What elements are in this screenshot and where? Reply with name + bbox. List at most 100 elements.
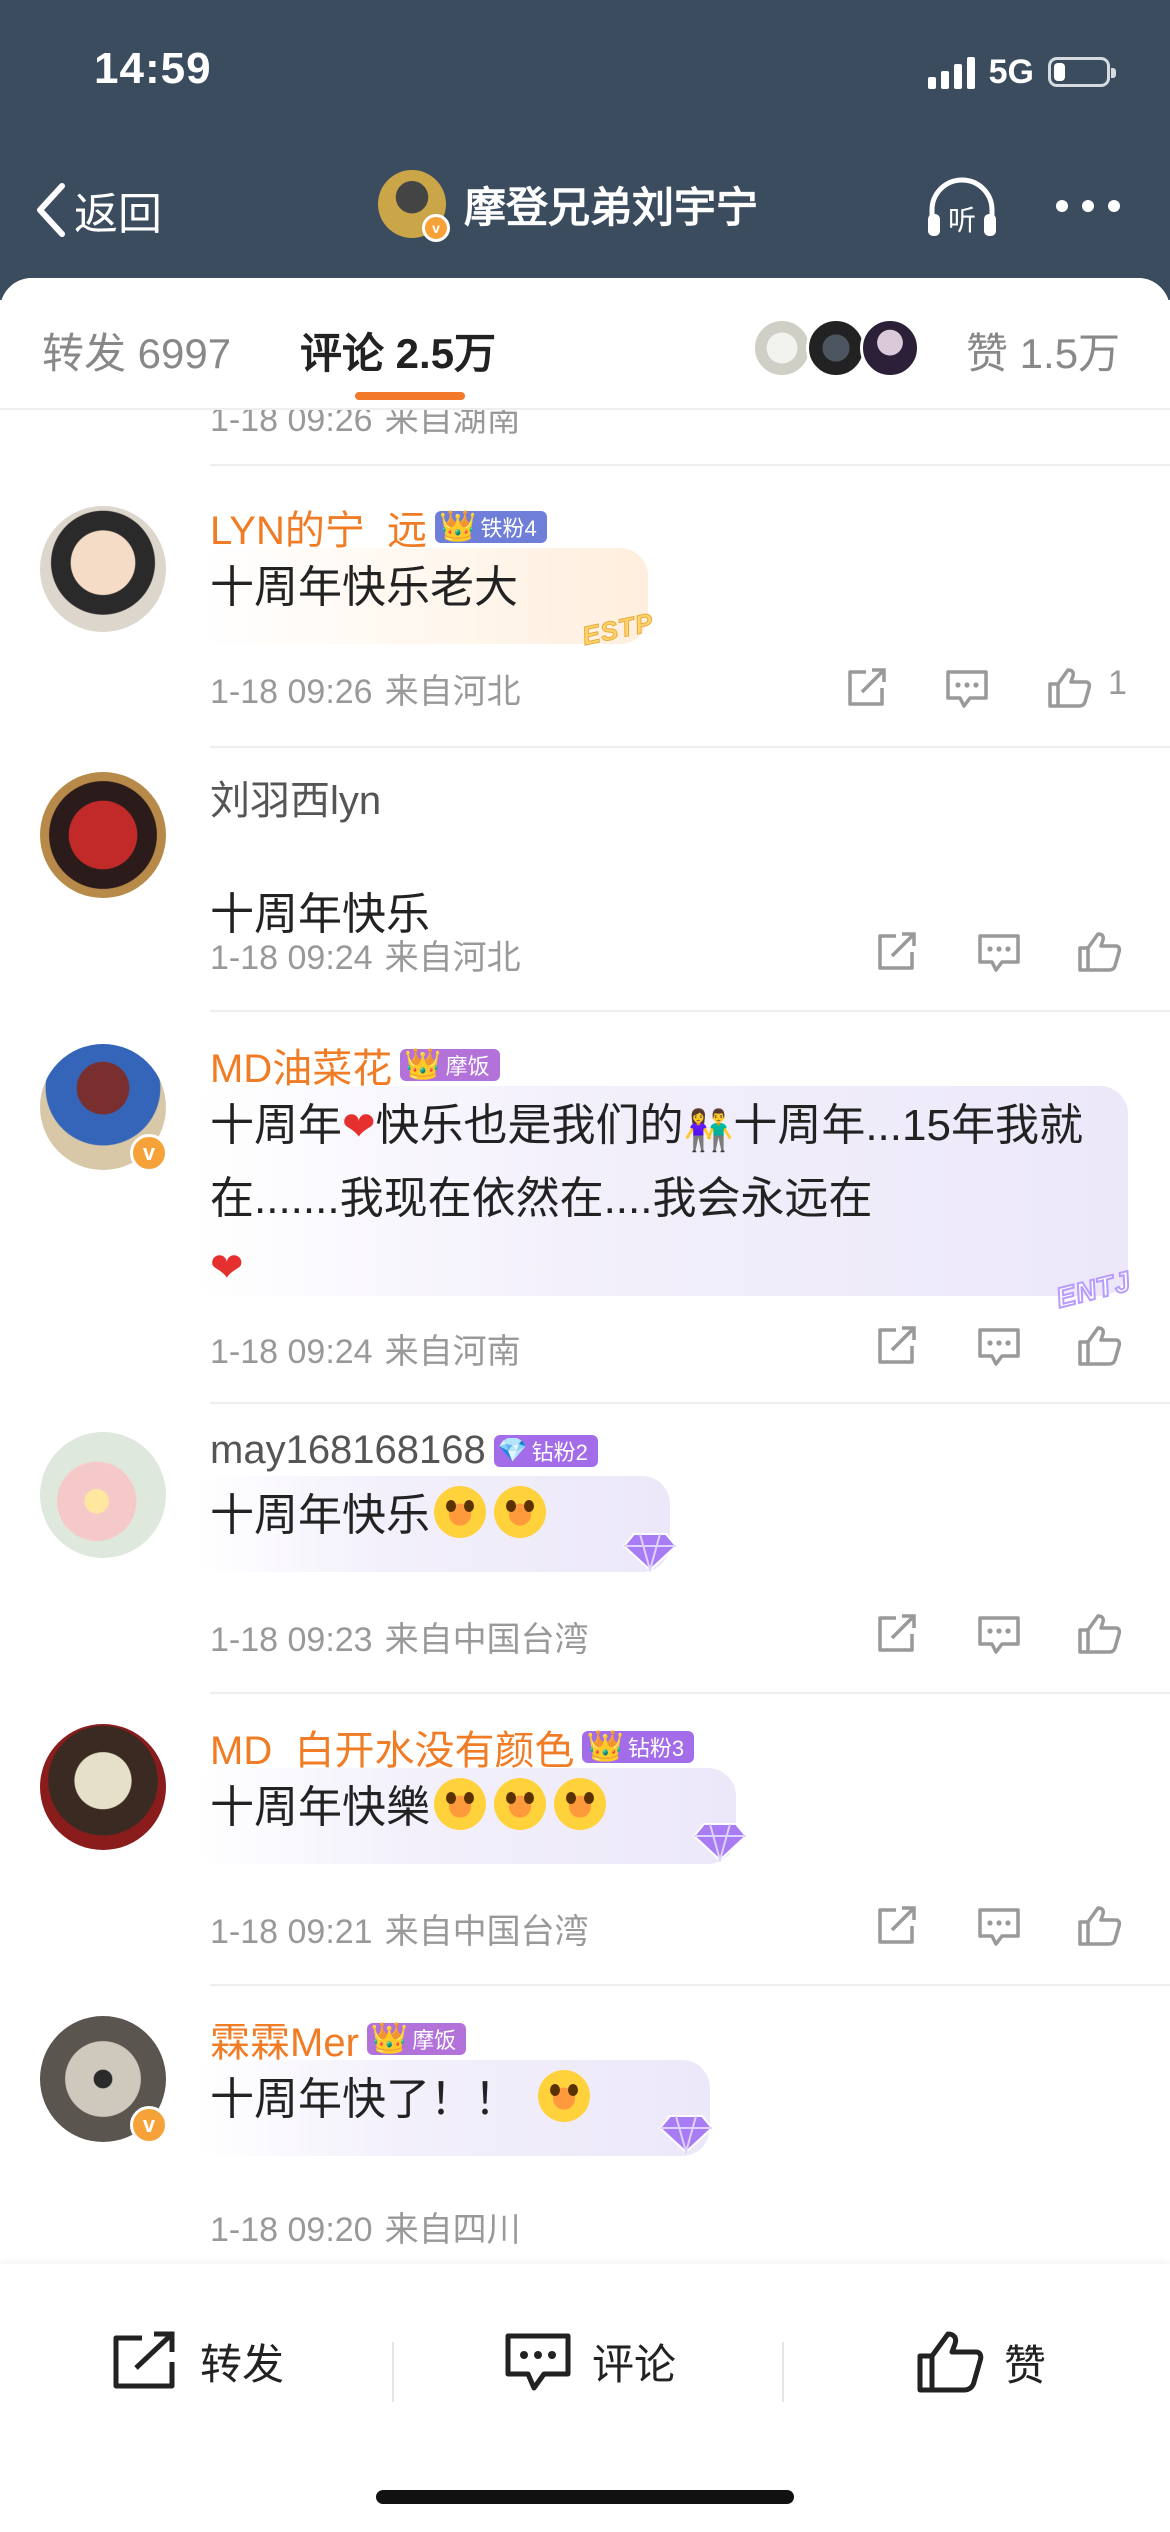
- back-button[interactable]: 返回: [34, 178, 162, 242]
- active-tab-indicator: [355, 392, 465, 400]
- fan-badge: 👑 钻粉3: [582, 1730, 695, 1763]
- badge-label: 钻粉3: [627, 1736, 685, 1761]
- comment-text[interactable]: 十周年快了！！: [194, 2060, 710, 2156]
- avatar: [752, 318, 812, 378]
- avatar: [806, 318, 866, 378]
- thumbs-up-icon: [1078, 1326, 1122, 1366]
- like-button[interactable]: [1046, 666, 1092, 710]
- share-button[interactable]: [874, 930, 920, 974]
- bottom-action-bar: 转发 评论 赞: [0, 2264, 1170, 2532]
- comment-text[interactable]: 十周年快乐: [194, 1476, 670, 1572]
- share-icon: [878, 1614, 916, 1652]
- comment-body: 快乐也是我们的: [375, 1101, 684, 1150]
- tab-comment[interactable]: 评论 2.5万: [300, 320, 496, 381]
- cry-laugh-emoji-icon: [434, 1486, 486, 1538]
- heart-icon: ❤: [210, 1246, 244, 1290]
- comment-body: 十周年快乐老大: [210, 563, 518, 612]
- gem-icon: [658, 2115, 714, 2154]
- comment-button[interactable]: 评论: [504, 2330, 676, 2392]
- reply-button[interactable]: [944, 666, 990, 710]
- avatar[interactable]: [40, 772, 166, 898]
- share-icon: [878, 1906, 916, 1944]
- status-time: 14:59: [94, 44, 212, 93]
- username-label: may168168168: [210, 1428, 486, 1472]
- avatar[interactable]: [40, 1432, 166, 1558]
- status-icons: 5G: [927, 50, 1116, 94]
- comment-actions: [0, 930, 1170, 974]
- crown-icon: 👑: [439, 510, 477, 543]
- home-indicator[interactable]: [376, 2490, 794, 2504]
- badge-label: 铁粉4: [480, 516, 537, 541]
- more-button[interactable]: [1056, 200, 1120, 212]
- verified-icon: v: [130, 2106, 168, 2144]
- divider: [210, 464, 1170, 466]
- verified-icon: v: [130, 1134, 168, 1172]
- comment-text[interactable]: 十周年快乐老大: [194, 548, 648, 644]
- divider: [210, 746, 1170, 748]
- thumbs-up-icon: [1078, 932, 1122, 972]
- couple-icon: 👫: [683, 1109, 734, 1153]
- reply-button[interactable]: [976, 1904, 1022, 1948]
- more-dot: [1082, 200, 1094, 212]
- headphones-icon: 听: [928, 177, 996, 237]
- comment-body: 十周年快乐: [210, 1491, 430, 1540]
- like-button[interactable]: [1076, 930, 1122, 974]
- comment-icon: [978, 1908, 1020, 1946]
- listen-button[interactable]: 听: [924, 176, 1000, 240]
- comment-icon: [978, 1616, 1020, 1654]
- username-label: 刘羽西lyn: [210, 779, 382, 823]
- comment-text[interactable]: 十周年❤快乐也是我们的👫十周年...15年我就在.......我现在依然在...…: [194, 1086, 1128, 1296]
- like-button[interactable]: [1076, 1324, 1122, 1368]
- share-button[interactable]: [844, 666, 890, 710]
- share-button[interactable]: [874, 1612, 920, 1656]
- avatar[interactable]: v: [40, 1044, 168, 1172]
- reply-button[interactable]: [976, 930, 1022, 974]
- battery-icon: [1048, 57, 1116, 87]
- thumbs-up-icon: [1078, 1906, 1122, 1946]
- comment-text[interactable]: 十周年快樂: [194, 1768, 736, 1864]
- like-button[interactable]: [1076, 1904, 1122, 1948]
- share-icon: [113, 2331, 175, 2389]
- comment-body: 十周年快了！！: [210, 2075, 518, 2124]
- avatar[interactable]: v: [378, 170, 450, 242]
- share-button[interactable]: [874, 1904, 920, 1948]
- comment-actions: [0, 1612, 1170, 1656]
- crown-icon: 👑: [586, 1730, 624, 1763]
- page-title: 摩登兄弟刘宇宁: [464, 183, 759, 231]
- like-label: 赞: [1004, 2341, 1047, 2389]
- repost-button[interactable]: 转发: [110, 2330, 284, 2392]
- comment-username[interactable]: may168168168 💎 钻粉2: [210, 1428, 598, 1473]
- avatar[interactable]: [40, 1724, 166, 1850]
- comment-label: 评论: [592, 2340, 677, 2388]
- liker-avatars[interactable]: [752, 318, 920, 378]
- like-button[interactable]: 赞: [916, 2330, 1046, 2394]
- avatar[interactable]: [40, 506, 166, 632]
- fan-badge: 👑 摩饭: [400, 1048, 500, 1081]
- more-dot: [1108, 200, 1120, 212]
- more-dot: [1056, 200, 1068, 212]
- like-button[interactable]: [1076, 1612, 1122, 1656]
- reply-button[interactable]: [976, 1324, 1022, 1368]
- top-header: 14:59 5G 返回 v 摩登兄弟刘宇宁 听: [0, 0, 1170, 300]
- thumbs-up-icon: [1078, 1614, 1122, 1654]
- gem-icon: [622, 1533, 678, 1572]
- tab-bar: 转发 6997 评论 2.5万 赞 1.5万: [0, 278, 1170, 410]
- divider: [392, 2342, 394, 2402]
- tab-repost[interactable]: 转发 6997: [42, 320, 231, 381]
- crying-emoji-icon: [538, 2070, 590, 2122]
- nav-profile[interactable]: v 摩登兄弟刘宇宁: [378, 170, 759, 242]
- comment-meta: 1-18 09:20 来自四川: [210, 2202, 521, 2251]
- comment-location: 来自四川: [384, 2211, 521, 2249]
- comment-icon: [978, 1328, 1020, 1366]
- comment-username[interactable]: 刘羽西lyn: [210, 768, 381, 826]
- reply-button[interactable]: [976, 1612, 1022, 1656]
- comment-icon: [505, 2333, 571, 2391]
- tab-likes[interactable]: 赞 1.5万: [966, 320, 1120, 381]
- divider: [210, 1402, 1170, 1404]
- crown-icon: 👑: [404, 1048, 442, 1081]
- like-count: 1: [1108, 664, 1127, 702]
- comment-time: 1-18 09:20: [210, 2211, 373, 2249]
- avatar[interactable]: v: [40, 2016, 168, 2144]
- badge-label: 摩饭: [445, 1054, 490, 1079]
- share-button[interactable]: [874, 1324, 920, 1368]
